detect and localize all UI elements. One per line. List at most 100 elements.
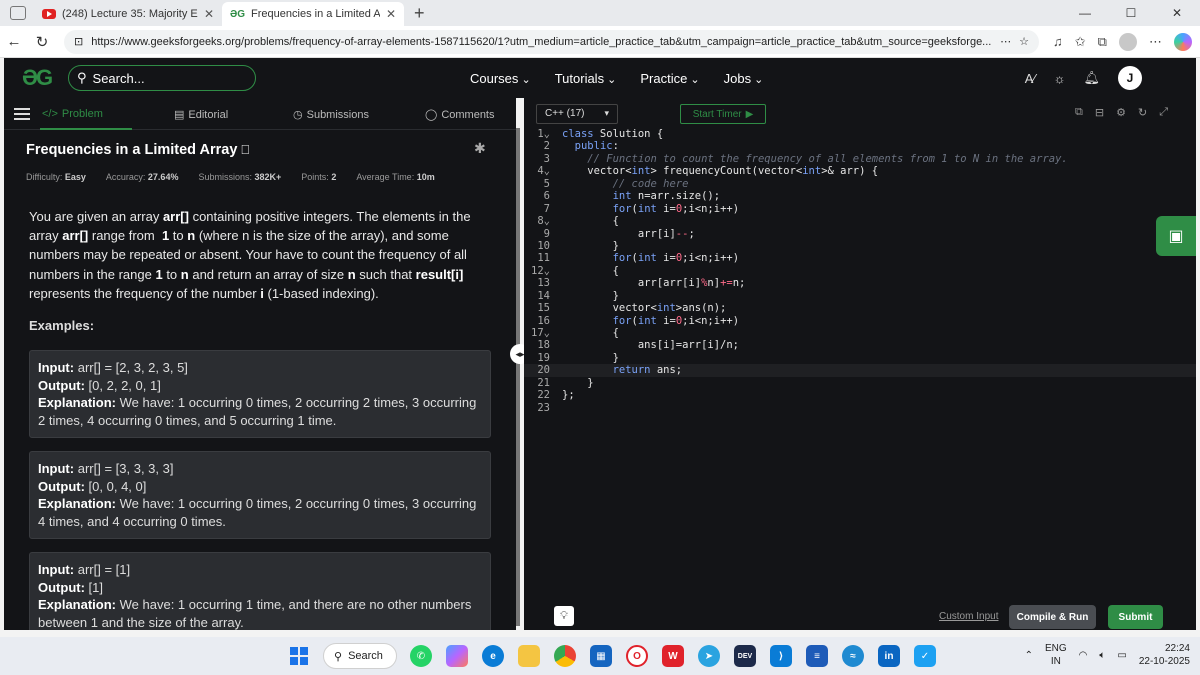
layout-icon[interactable]: ⊟ xyxy=(1095,106,1104,119)
wps-icon[interactable]: W xyxy=(662,645,684,667)
editor-actions: ⧉ ⊟ ⚙ ↻ ⤢ xyxy=(1075,106,1168,119)
code-editor-panel: C++ (17) Start Timer▶ ⧉ ⊟ ⚙ ↻ ⤢ 1⌄class … xyxy=(524,98,1196,630)
custom-input-link[interactable]: Custom Input xyxy=(939,611,998,622)
windows-taskbar: ⚲ Search ✆ e ▦ O W ➤ DEV ⟩ ≡ ≈ in ✓ ⌃ EN… xyxy=(0,637,1200,675)
close-tab-icon[interactable]: ✕ xyxy=(386,7,396,21)
problem-scrollbar[interactable] xyxy=(516,128,520,626)
back-icon[interactable]: ← xyxy=(0,33,28,50)
copilot-icon[interactable] xyxy=(1173,32,1192,51)
code-line: 12⌄ { xyxy=(531,264,619,277)
chevron-up-icon[interactable]: ⌃ xyxy=(1025,650,1033,661)
meta-accuracy: Accuracy: 27.64% xyxy=(105,172,179,182)
taskbar-search[interactable]: ⚲ Search xyxy=(323,643,397,669)
address-bar-row: ← ↻ ⊡ https://www.geeksforgeeks.org/prob… xyxy=(0,26,1200,58)
read-aloud-icon[interactable]: ♫ xyxy=(1053,34,1063,49)
notification-bell-icon[interactable]: 🔔︎ xyxy=(1083,70,1100,86)
settings-icon[interactable]: ⚙ xyxy=(1116,106,1126,119)
gfg-logo[interactable]: ƏG xyxy=(22,65,60,91)
meta-average-time: Average Time: 10m xyxy=(356,172,435,182)
favorites-icon[interactable]: ✩ xyxy=(1075,34,1086,50)
active-tab-indicator xyxy=(40,128,132,130)
tab-title: (248) Lecture 35: Majority Elemen xyxy=(62,8,198,20)
tab-label: Problem xyxy=(61,108,103,120)
url-field[interactable]: ⊡ https://www.geeksforgeeks.org/problems… xyxy=(64,29,1039,54)
chrome-icon[interactable] xyxy=(554,645,576,667)
minimize-icon[interactable]: — xyxy=(1062,0,1108,26)
report-bug-icon[interactable]: ✱ xyxy=(474,140,486,157)
example-input: Input: arr[] = [3, 3, 3, 3] xyxy=(38,461,174,476)
whatsapp-icon[interactable]: ✆ xyxy=(410,645,432,667)
vscode-icon[interactable]: ⟩ xyxy=(770,645,792,667)
translate-icon[interactable]: A⁄ xyxy=(1025,71,1036,86)
store-icon[interactable]: ▦ xyxy=(590,645,612,667)
edge-icon[interactable]: e xyxy=(482,645,504,667)
maximize-icon[interactable]: ☐ xyxy=(1108,0,1154,26)
submit-button[interactable]: Submit xyxy=(1108,605,1163,629)
tab-problem[interactable]: </> Problem xyxy=(42,108,103,120)
language-indicator[interactable]: ENG IN xyxy=(1045,642,1067,668)
battery-icon[interactable]: ▭ xyxy=(1117,650,1126,661)
devcpp-icon[interactable]: DEV xyxy=(734,645,756,667)
site-info-icon[interactable]: ⊡ xyxy=(74,35,83,48)
more-icon[interactable]: ⋯ xyxy=(1000,35,1011,48)
reset-icon[interactable]: ↻ xyxy=(1138,106,1147,119)
telegram-icon[interactable]: ➤ xyxy=(698,645,720,667)
fullscreen-icon[interactable]: ⤢ xyxy=(1159,106,1168,119)
code-line: 23 xyxy=(537,401,550,414)
code-line: 15 vector<int>ans(n); xyxy=(537,302,727,315)
bookmark-icon[interactable]: ⎕ xyxy=(241,142,249,158)
problem-description: You are given an array arr[] containing … xyxy=(29,209,471,301)
menu-icon[interactable] xyxy=(14,107,30,120)
close-window-icon[interactable]: ✕ xyxy=(1154,0,1200,26)
favorite-star-icon[interactable]: ☆ xyxy=(1019,35,1029,48)
theme-toggle-icon[interactable]: ☼ xyxy=(1054,71,1066,86)
code-line: 8⌄ { xyxy=(537,215,619,228)
refresh-icon[interactable]: ↻ xyxy=(28,33,56,51)
opera-icon[interactable]: O xyxy=(626,645,648,667)
file-explorer-icon[interactable] xyxy=(518,645,540,667)
code-area[interactable]: 1⌄ class Solution { 2 public: 3 // Functi… xyxy=(524,128,1196,414)
example-output: Output: [0, 0, 4, 0] xyxy=(38,478,147,494)
copy-icon[interactable]: ⧉ xyxy=(1075,106,1083,119)
example-output: Output: [1] xyxy=(38,579,104,595)
code-icon: </> xyxy=(42,108,58,120)
nav-courses[interactable]: Courses xyxy=(470,71,531,86)
new-tab-button[interactable]: + xyxy=(414,2,425,26)
volume-icon[interactable]: 🔈︎ xyxy=(1099,650,1105,661)
notepad-icon[interactable]: ≡ xyxy=(806,645,828,667)
site-search-input[interactable]: ⚲ Search... xyxy=(68,65,256,91)
nav-jobs[interactable]: Jobs xyxy=(724,71,764,86)
compile-run-button[interactable]: Compile & Run xyxy=(1009,605,1096,629)
start-timer-button[interactable]: Start Timer ▶ xyxy=(680,104,766,124)
browser-tab-gfg[interactable]: ƏG Frequencies in a Limited Array | P ✕ xyxy=(222,2,404,26)
profile-avatar[interactable] xyxy=(1118,32,1137,51)
extensions-icon[interactable]: ⧉ xyxy=(1098,34,1107,50)
wifi-icon[interactable]: ◠ xyxy=(1079,650,1088,661)
tab-actions-icon[interactable] xyxy=(10,6,26,20)
meta-submissions: Submissions: 382K+ xyxy=(198,172,282,182)
nav-practice[interactable]: Practice xyxy=(640,71,699,86)
twitter-icon[interactable]: ✓ xyxy=(914,645,936,667)
tab-label: Submissions xyxy=(306,108,369,121)
code-line: 2 public: xyxy=(543,140,619,153)
search-icon: ⚲ xyxy=(77,70,87,85)
copilot-app-icon[interactable] xyxy=(446,645,468,667)
system-tray: ⌃ ENG IN ◠ 🔈︎ ▭ 22:24 22-10-2025 xyxy=(1025,642,1190,668)
clock[interactable]: 22:24 22-10-2025 xyxy=(1139,642,1190,668)
tab-title: Frequencies in a Limited Array | P xyxy=(251,8,380,20)
hotspot-icon[interactable]: ≈ xyxy=(842,645,864,667)
linkedin-icon[interactable]: in xyxy=(878,645,900,667)
chat-icon[interactable]: ▣ xyxy=(1156,216,1196,256)
settings-menu-icon[interactable]: ⋯ xyxy=(1149,34,1162,50)
example-box: Input: arr[] = [3, 3, 3, 3] Output: [0, … xyxy=(29,451,491,539)
tab-submissions[interactable]: ◷ Submissions xyxy=(293,108,369,122)
language-select[interactable]: C++ (17) xyxy=(536,104,618,124)
lightbulb-icon[interactable]: 💡︎ xyxy=(554,606,574,626)
windows-start-icon[interactable] xyxy=(290,647,308,665)
nav-tutorials[interactable]: Tutorials xyxy=(555,71,617,86)
browser-tab-youtube[interactable]: (248) Lecture 35: Majority Elemen ✕ xyxy=(34,2,222,26)
user-avatar[interactable]: J xyxy=(1118,66,1142,90)
close-tab-icon[interactable]: ✕ xyxy=(204,7,214,21)
tab-editorial[interactable]: ▤ Editorial xyxy=(174,108,228,122)
tab-comments[interactable]: ◯ Comments xyxy=(425,108,495,122)
